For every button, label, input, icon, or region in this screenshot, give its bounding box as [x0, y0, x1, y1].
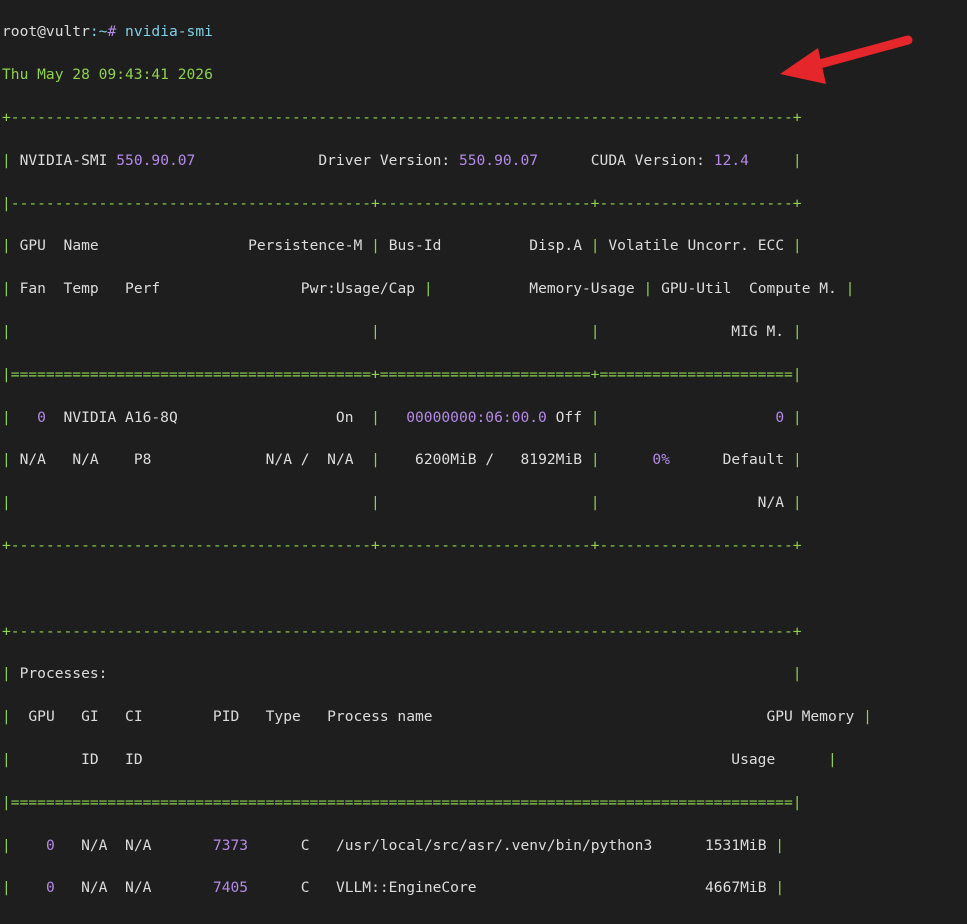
process-row: | 0 N/A N/A 7373 C /usr/local/src/asr/.v…: [2, 836, 785, 854]
red-arrow-annotation: [780, 35, 913, 84]
proc-title-row: | Processes: |: [2, 665, 802, 683]
processes-title: Processes:: [19, 665, 108, 683]
proc-header-row-1: | GPU GI CI PID Type Process name GPU Me…: [2, 708, 872, 726]
process-row: | 0 N/A N/A 7405 C VLLM::EngineCore 4667…: [2, 879, 785, 897]
proc-divider-double: |=======================================…: [2, 793, 802, 811]
table-border-bottom: +---------------------------------------…: [2, 536, 802, 554]
gpu-row-3: | | | N/A |: [2, 494, 802, 512]
proc-header-row-2: | ID ID Usage |: [2, 750, 837, 768]
proc-border-bottom: +---------------------------------------…: [2, 920, 872, 924]
proc-border-top: +---------------------------------------…: [2, 622, 802, 640]
